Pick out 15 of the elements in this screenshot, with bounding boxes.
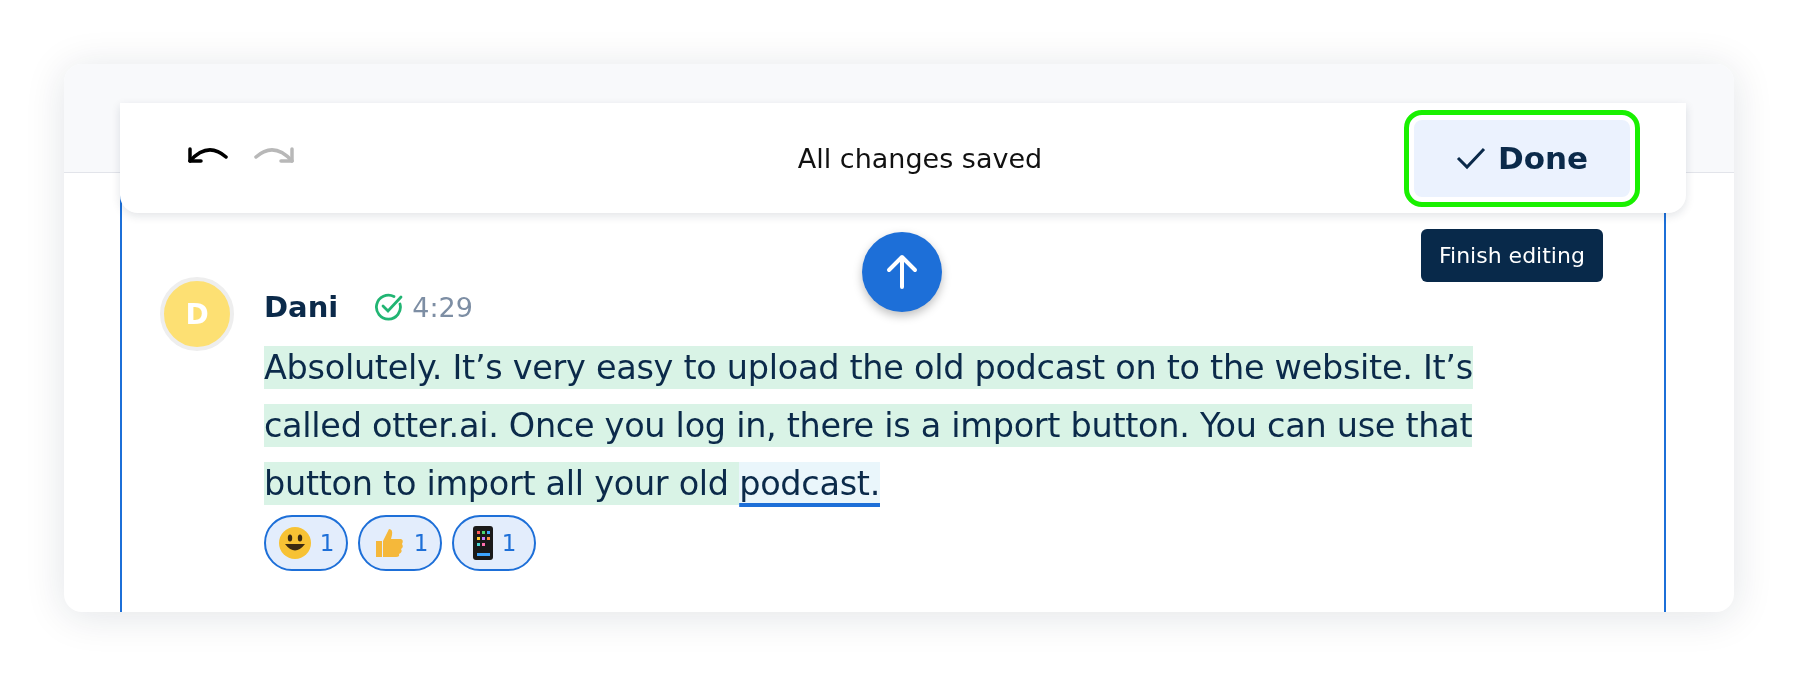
scroll-up-button[interactable] — [862, 232, 942, 312]
transcript-text: Absolutely. It’s very easy to upload the old podcast on to the website. It’s called otter.ai. Once you log in, there is a import button. You can use that button to import all your old podcast. — [264, 345, 1474, 507]
reaction-chip[interactable]: 1 — [264, 515, 348, 571]
phone-icon — [471, 525, 494, 561]
speaker-name: Dani — [264, 290, 339, 324]
done-button[interactable]: Done — [1404, 109, 1640, 207]
arrow-up-icon — [885, 254, 919, 290]
reaction-chip[interactable]: 1 — [452, 515, 536, 571]
smiley-icon — [277, 526, 312, 560]
save-status: All changes saved — [796, 142, 1044, 174]
check-icon — [1455, 146, 1486, 170]
timestamp: 4:29 — [412, 291, 473, 323]
avatar: D — [160, 277, 234, 351]
reaction-chip[interactable]: 1 — [358, 515, 442, 571]
tooltip: Finish editing — [1421, 228, 1603, 282]
